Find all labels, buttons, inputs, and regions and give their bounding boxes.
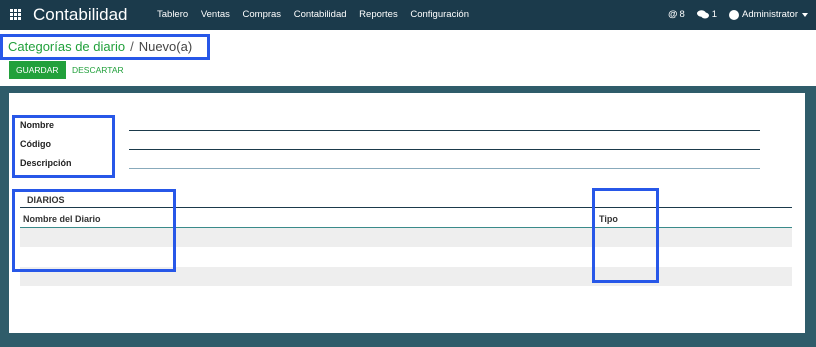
user-name: Administrator bbox=[742, 9, 798, 20]
menu-item-ventas[interactable]: Ventas bbox=[201, 9, 230, 20]
code-field[interactable] bbox=[129, 138, 760, 150]
activity-button[interactable]: @ 8 bbox=[668, 9, 685, 20]
top-navbar: Contabilidad Tablero Ventas Compras Cont… bbox=[0, 0, 816, 30]
chat-icon bbox=[696, 10, 709, 19]
activity-count: 8 bbox=[679, 9, 685, 20]
save-button[interactable]: GUARDAR bbox=[9, 61, 66, 79]
app-title[interactable]: Contabilidad bbox=[33, 5, 128, 25]
messages-button[interactable]: 1 bbox=[696, 9, 718, 20]
description-field[interactable] bbox=[129, 157, 760, 169]
name-field[interactable] bbox=[129, 119, 760, 131]
menu-item-tablero[interactable]: Tablero bbox=[157, 9, 188, 20]
annotation-box-type-column bbox=[592, 188, 659, 283]
annotation-box-journal-column bbox=[12, 189, 176, 272]
menu-item-compras[interactable]: Compras bbox=[243, 9, 282, 20]
main-menu: Tablero Ventas Compras Contabilidad Repo… bbox=[157, 9, 479, 20]
menu-item-reportes[interactable]: Reportes bbox=[359, 9, 398, 20]
annotation-box-field-labels bbox=[12, 115, 115, 178]
menu-item-contabilidad[interactable]: Contabilidad bbox=[294, 9, 347, 20]
user-menu[interactable]: Administrator bbox=[729, 9, 808, 20]
menu-item-configuracion[interactable]: Configuración bbox=[410, 9, 469, 20]
caret-down-icon bbox=[802, 12, 808, 17]
systray: @ 8 1 Administrator bbox=[656, 9, 808, 20]
discard-button[interactable]: DESCARTAR bbox=[72, 61, 124, 79]
avatar bbox=[729, 9, 740, 20]
apps-menu-icon[interactable] bbox=[10, 9, 21, 20]
message-count: 1 bbox=[711, 9, 718, 20]
at-icon: @ bbox=[668, 9, 678, 20]
annotation-box-breadcrumb bbox=[0, 34, 210, 60]
